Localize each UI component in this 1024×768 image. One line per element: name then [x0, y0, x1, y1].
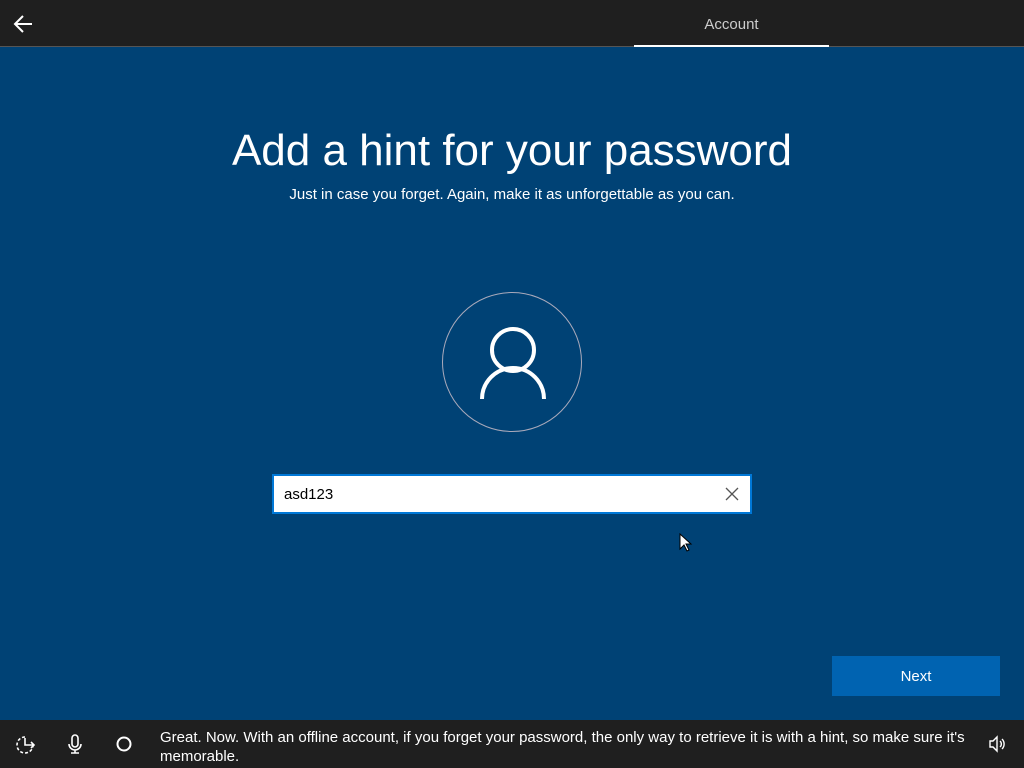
mouse-cursor-icon: [679, 533, 693, 552]
cortana-icon[interactable]: [112, 732, 136, 756]
arrow-left-icon: [13, 15, 32, 33]
page-subtitle: Just in case you forget. Again, make it …: [289, 186, 735, 203]
ease-of-access-icon[interactable]: [13, 732, 37, 756]
narration-text: Great. Now. With an offline account, if …: [160, 729, 965, 765]
hint-input[interactable]: [274, 485, 714, 503]
back-button[interactable]: [10, 10, 38, 38]
user-icon: [480, 327, 546, 400]
tab-account: Account: [634, 0, 829, 47]
avatar: [442, 292, 582, 432]
close-icon: [725, 487, 739, 501]
top-bar: Account: [0, 0, 1024, 47]
next-button[interactable]: Next: [832, 656, 1000, 696]
page-title: Add a hint for your password: [231, 126, 793, 175]
volume-icon[interactable]: [985, 732, 1009, 756]
bottom-bar: Great. Now. With an offline account, if …: [0, 720, 1024, 768]
microphone-icon[interactable]: [63, 732, 87, 756]
hint-field[interactable]: [272, 474, 752, 514]
clear-button[interactable]: [714, 476, 750, 512]
